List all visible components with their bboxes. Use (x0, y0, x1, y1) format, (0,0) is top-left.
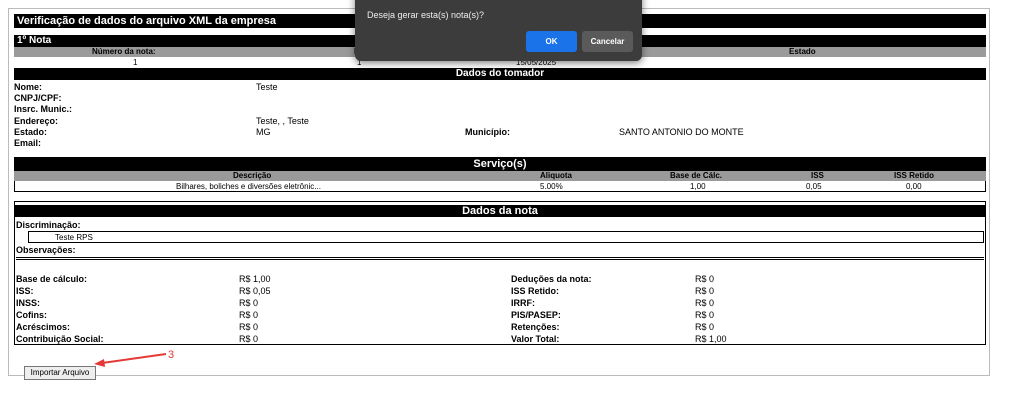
annotation-step-3: 3 (168, 349, 175, 361)
cancel-button[interactable]: Cancelar (582, 31, 633, 52)
ok-button[interactable]: OK (526, 31, 577, 52)
confirm-dialog: Deseja gerar esta(s) nota(s)? OK Cancela… (355, 0, 642, 61)
arrow-head-3 (94, 359, 105, 367)
arrow-line-3 (101, 353, 167, 364)
dialog-message: Deseja gerar esta(s) nota(s)? (367, 10, 485, 20)
